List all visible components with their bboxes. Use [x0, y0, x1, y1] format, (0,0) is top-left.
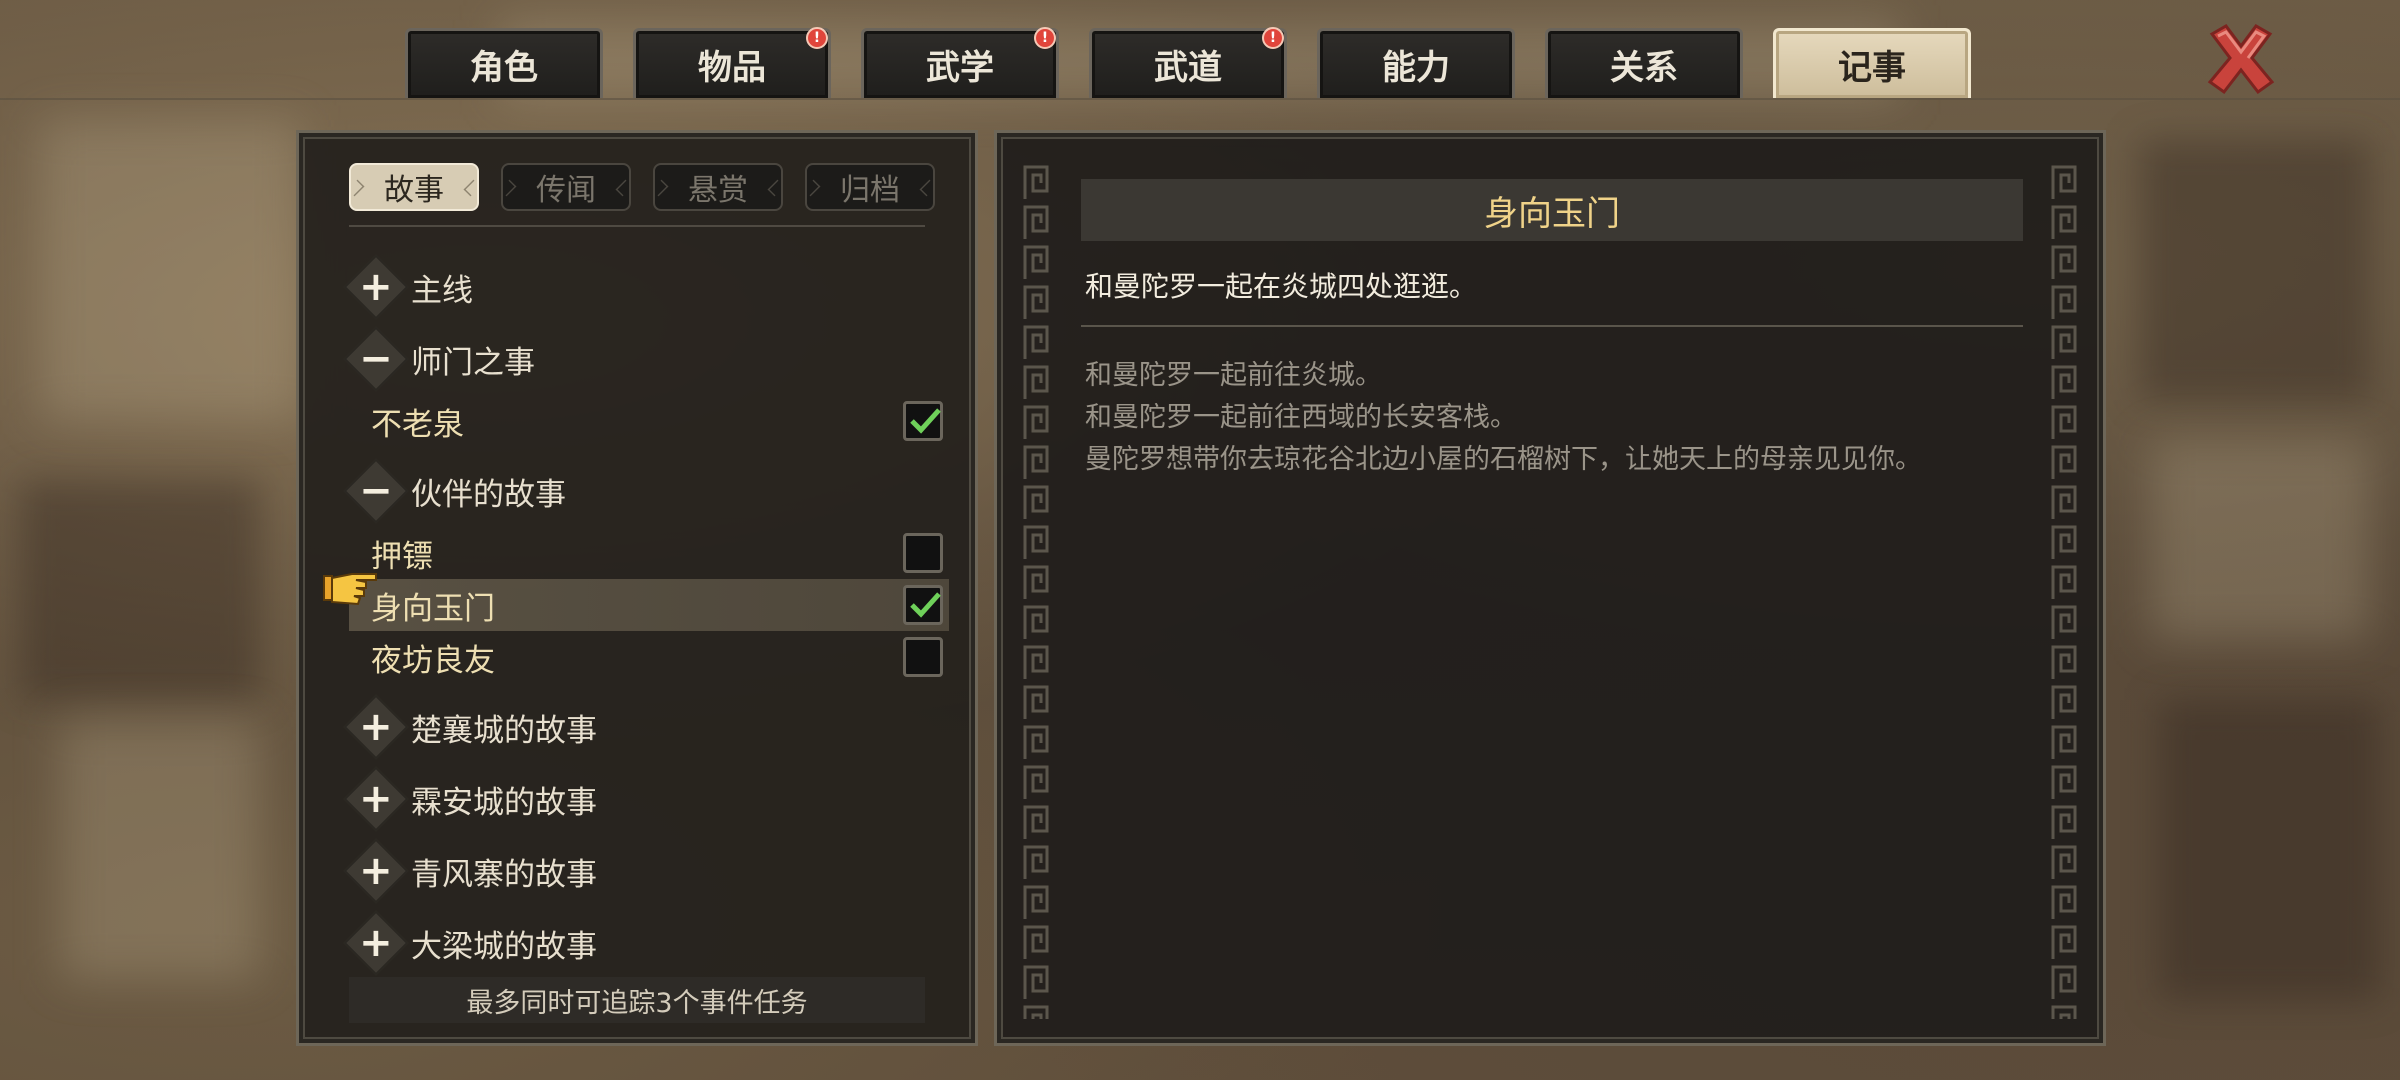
quest-category-label: 霖安城的故事: [411, 784, 597, 821]
quest-tree: + 主线 − 师门之事 不老泉 − 伙伴的故事 押镖 身向玉门 夜坊良友 + 楚襄城的故事 + 霖安城的故…: [343, 251, 949, 979]
quest-history: 和曼陀罗一起前往炎城。和曼陀罗一起前往西域的长安客栈。曼陀罗想带你去琼花谷北边小…: [1085, 355, 1922, 481]
quest-item[interactable]: 押镖: [349, 527, 949, 579]
quest-category-label: 青风寨的故事: [411, 856, 597, 893]
quest-list-panel: 故事 传闻 悬赏 归档 + 主线 − 师门之事 不老泉 − 伙伴的故事 押镖 身向玉门 夜坊良友 + 楚襄城…: [296, 130, 978, 1046]
plus-icon: +: [359, 847, 393, 894]
main-tab-5[interactable]: 关系: [1545, 28, 1743, 98]
tab-bar-divider: [0, 98, 2400, 100]
quest-subtab-0[interactable]: 故事: [349, 163, 479, 211]
track-checkbox[interactable]: [903, 533, 943, 573]
notification-badge-icon: !: [806, 27, 828, 49]
quest-item-label: 押镖: [371, 538, 433, 575]
quest-category[interactable]: − 师门之事: [343, 323, 949, 395]
collapse-button[interactable]: −: [343, 326, 409, 392]
plus-icon: +: [359, 919, 393, 966]
quest-category[interactable]: + 霖安城的故事: [343, 763, 949, 835]
track-checkbox[interactable]: [903, 401, 943, 441]
notification-badge-icon: !: [1262, 27, 1284, 49]
close-button[interactable]: [2200, 18, 2282, 100]
tab-label: 记事: [1838, 48, 1906, 88]
expand-button[interactable]: +: [343, 694, 409, 760]
expand-button[interactable]: +: [343, 838, 409, 904]
quest-category-label: 楚襄城的故事: [411, 712, 597, 749]
close-x-icon: [2207, 24, 2275, 95]
quest-item[interactable]: 夜坊良友: [349, 631, 949, 683]
minus-icon: −: [359, 335, 393, 382]
tracking-limit-note: 最多同时可追踪3个事件任务: [349, 977, 925, 1023]
subtab-label: 悬赏: [688, 173, 748, 208]
main-tab-bar: 角色 物品! 武学! 武道! 能力 关系 记事: [405, 27, 1971, 98]
quest-subtab-1[interactable]: 传闻: [501, 163, 631, 211]
quest-history-line: 曼陀罗想带你去琼花谷北边小屋的石榴树下，让她天上的母亲见见你。: [1085, 444, 1922, 475]
pointing-hand-icon: [322, 566, 378, 614]
quest-item[interactable]: 不老泉: [349, 395, 949, 447]
quest-category-label: 大梁城的故事: [411, 928, 597, 965]
tab-label: 能力: [1382, 48, 1450, 88]
plus-icon: +: [359, 703, 393, 750]
quest-title: 身向玉门: [1081, 179, 2023, 241]
tab-label: 武学: [926, 48, 994, 88]
quest-item-label: 夜坊良友: [371, 642, 495, 679]
track-checkbox[interactable]: [903, 637, 943, 677]
track-checkbox[interactable]: [903, 585, 943, 625]
quest-category-label: 主线: [411, 272, 473, 309]
notification-badge-icon: !: [1034, 27, 1056, 49]
quest-category[interactable]: + 大梁城的故事: [343, 907, 949, 979]
quest-category[interactable]: − 伙伴的故事: [343, 455, 949, 527]
collapse-button[interactable]: −: [343, 458, 409, 524]
quest-category[interactable]: + 楚襄城的故事: [343, 691, 949, 763]
quest-item[interactable]: 身向玉门: [349, 579, 949, 631]
quest-item-label: 不老泉: [371, 406, 464, 443]
quest-category[interactable]: + 青风寨的故事: [343, 835, 949, 907]
expand-button[interactable]: +: [343, 254, 409, 320]
tab-label: 角色: [470, 48, 538, 88]
tab-label: 关系: [1610, 48, 1678, 88]
subtab-divider: [349, 225, 925, 227]
expand-button[interactable]: +: [343, 910, 409, 976]
expand-button[interactable]: +: [343, 766, 409, 832]
main-tab-0[interactable]: 角色: [405, 28, 603, 98]
subtab-label: 传闻: [536, 173, 596, 208]
main-tab-4[interactable]: 能力: [1317, 28, 1515, 98]
subtab-label: 归档: [840, 173, 900, 208]
plus-icon: +: [359, 263, 393, 310]
quest-current-step: 和曼陀罗一起在炎城四处逛逛。: [1085, 270, 1478, 303]
fret-border-left: [1021, 163, 1051, 1019]
main-tab-6[interactable]: 记事: [1773, 28, 1971, 98]
subtab-label: 故事: [384, 173, 444, 208]
plus-icon: +: [359, 775, 393, 822]
quest-category-label: 伙伴的故事: [411, 476, 566, 513]
fret-border-right: [2049, 163, 2079, 1019]
quest-subtab-2[interactable]: 悬赏: [653, 163, 783, 211]
tab-label: 物品: [698, 48, 766, 88]
main-tab-3[interactable]: 武道!: [1089, 27, 1287, 98]
minus-icon: −: [359, 467, 393, 514]
quest-item-label: 身向玉门: [371, 590, 495, 627]
main-tab-2[interactable]: 武学!: [861, 27, 1059, 98]
tab-label: 武道: [1154, 48, 1222, 88]
quest-subtab-3[interactable]: 归档: [805, 163, 935, 211]
quest-subtab-bar: 故事 传闻 悬赏 归档: [349, 163, 935, 211]
quest-category-label: 师门之事: [411, 344, 535, 381]
detail-divider: [1081, 325, 2023, 327]
quest-history-line: 和曼陀罗一起前往西域的长安客栈。: [1085, 402, 1517, 433]
quest-history-line: 和曼陀罗一起前往炎城。: [1085, 360, 1382, 391]
quest-category[interactable]: + 主线: [343, 251, 949, 323]
quest-detail-panel: 身向玉门 和曼陀罗一起在炎城四处逛逛。 和曼陀罗一起前往炎城。和曼陀罗一起前往西…: [994, 130, 2106, 1046]
main-tab-1[interactable]: 物品!: [633, 27, 831, 98]
